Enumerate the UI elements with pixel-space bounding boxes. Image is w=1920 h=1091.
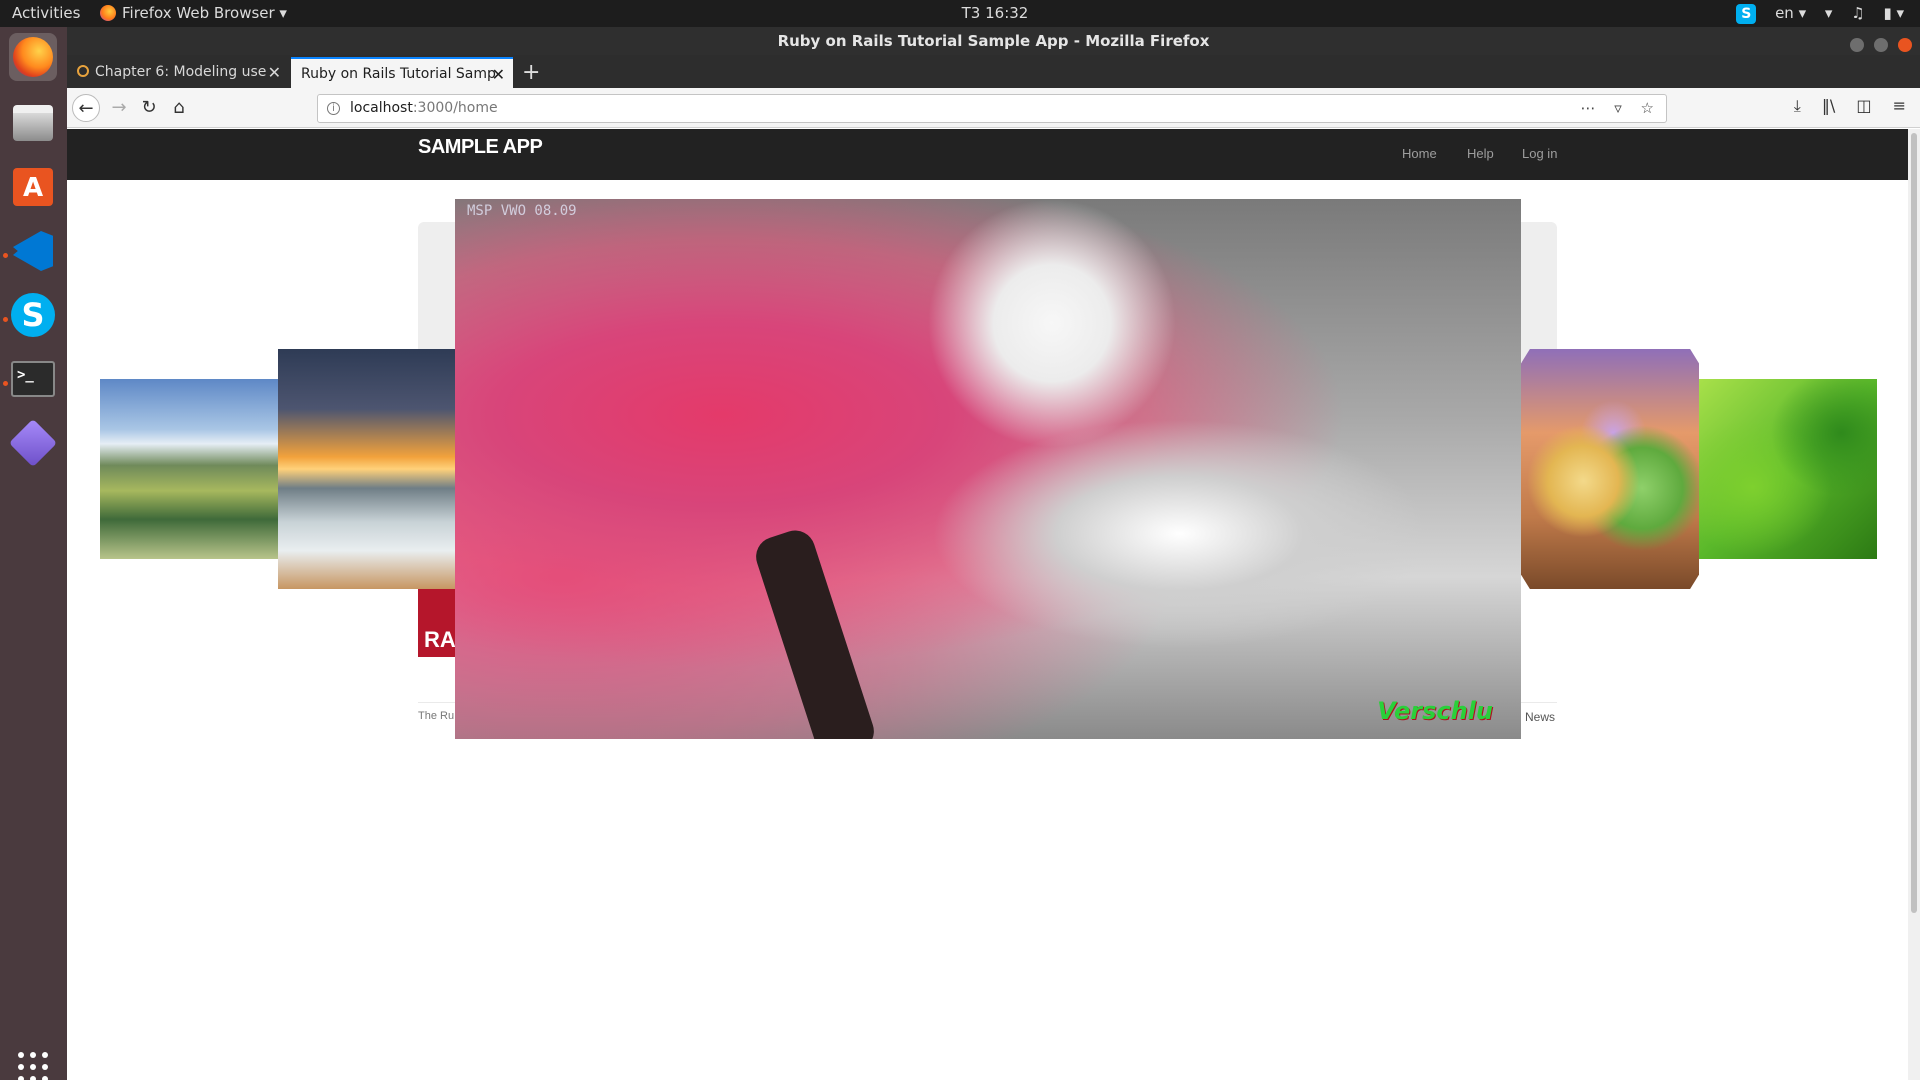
site-logo[interactable]: SAMPLE APP bbox=[418, 136, 543, 159]
tab-label: Chapter 6: Modeling use bbox=[95, 64, 267, 80]
back-button[interactable]: ← bbox=[72, 94, 100, 122]
system-tray[interactable]: S en ▾ ▾ ♫ ▮ ▾ bbox=[1722, 0, 1904, 27]
carousel-slide-chicks[interactable] bbox=[1521, 349, 1699, 589]
reload-button[interactable]: ↻ bbox=[135, 94, 163, 122]
window-titlebar: Ruby on Rails Tutorial Sample App - Mozi… bbox=[67, 27, 1920, 55]
files-icon bbox=[13, 105, 53, 141]
gem-icon bbox=[8, 418, 58, 468]
bookmark-star-icon[interactable]: ☆ bbox=[1641, 99, 1654, 117]
footer-news-link[interactable]: News bbox=[1525, 710, 1555, 724]
close-tab-icon[interactable]: ✕ bbox=[492, 59, 505, 88]
forward-button[interactable]: → bbox=[105, 94, 133, 122]
nav-help-link[interactable]: Help bbox=[1467, 146, 1494, 161]
dock-gem-app[interactable] bbox=[8, 418, 58, 468]
show-applications-button[interactable] bbox=[9, 1043, 57, 1091]
firefox-icon bbox=[13, 37, 53, 77]
firefox-small-icon bbox=[100, 5, 116, 21]
sidebar-icon[interactable]: ◫ bbox=[1856, 96, 1871, 115]
new-tab-button[interactable]: + bbox=[522, 57, 540, 88]
navigation-toolbar: ← → ↻ ⌂ i localhost:3000/home ⋯ ▿ ☆ ⤓ ‖\… bbox=[67, 88, 1920, 128]
dock-skype[interactable]: S bbox=[9, 291, 57, 339]
volume-icon[interactable]: ♫ bbox=[1851, 0, 1864, 27]
toolbar-right: ⤓ ‖\ ◫ ≡ bbox=[1778, 96, 1906, 116]
image-stamp: MSP VWO 08.09 bbox=[467, 203, 577, 219]
clock[interactable]: T3 16:32 bbox=[930, 0, 1060, 27]
url-host: localhost bbox=[350, 100, 413, 116]
window-title: Ruby on Rails Tutorial Sample App - Mozi… bbox=[777, 32, 1210, 50]
system-top-bar: Activities Firefox Web Browser ▾ T3 16:3… bbox=[0, 0, 1920, 27]
page-actions-icon[interactable]: ⋯ bbox=[1580, 99, 1595, 117]
menu-icon[interactable]: ≡ bbox=[1893, 96, 1906, 115]
page-scrollbar[interactable] bbox=[1908, 129, 1920, 1080]
running-indicator bbox=[3, 381, 8, 386]
dock: A S >_ bbox=[0, 27, 67, 1082]
nav-login-link[interactable]: Log in bbox=[1522, 146, 1557, 161]
vscode-icon bbox=[13, 231, 53, 271]
dock-firefox[interactable] bbox=[9, 33, 57, 81]
nav-home-link[interactable]: Home bbox=[1402, 146, 1437, 161]
footer-text: The Ru bbox=[418, 710, 455, 722]
activities-button[interactable]: Activities bbox=[12, 0, 80, 27]
info-icon[interactable]: i bbox=[327, 102, 340, 115]
dock-terminal[interactable]: >_ bbox=[9, 355, 57, 403]
language-indicator[interactable]: en ▾ bbox=[1775, 0, 1806, 27]
library-icon[interactable]: ‖\ bbox=[1822, 96, 1835, 115]
app-menu[interactable]: Firefox Web Browser ▾ bbox=[100, 0, 287, 27]
maximize-button[interactable] bbox=[1873, 38, 1888, 52]
wifi-icon[interactable]: ▾ bbox=[1825, 0, 1833, 27]
running-indicator bbox=[3, 317, 8, 322]
site-header: SAMPLE APP Home Help Log in bbox=[67, 129, 1908, 180]
carousel-slide-mountain[interactable] bbox=[100, 379, 278, 559]
url-actions: ⋯ ▿ ☆ bbox=[1566, 95, 1654, 122]
tab-label: Ruby on Rails Tutorial Samp bbox=[301, 66, 496, 82]
carousel-slide-leaves[interactable] bbox=[1699, 379, 1877, 559]
running-indicator bbox=[3, 253, 8, 258]
download-icon[interactable]: ⤓ bbox=[1794, 96, 1801, 115]
tab-sample-app[interactable]: Ruby on Rails Tutorial Samp ✕ bbox=[291, 57, 513, 88]
carousel-slide-cherry-blossom[interactable]: MSP VWO 08.09 Verschlu bbox=[455, 199, 1521, 739]
url-bar[interactable]: i localhost:3000/home ⋯ ▿ ☆ bbox=[317, 94, 1667, 123]
apps-grid-icon bbox=[18, 1052, 48, 1082]
page-viewport: SAMPLE APP Home Help Log in RA The Ru Ne… bbox=[67, 129, 1908, 1080]
app-menu-label: Firefox Web Browser ▾ bbox=[122, 4, 287, 22]
tree-branch bbox=[750, 525, 880, 739]
minimize-button[interactable] bbox=[1849, 38, 1864, 52]
tab-strip: Chapter 6: Modeling use ✕ Ruby on Rails … bbox=[67, 55, 1920, 88]
url-path: :3000/home bbox=[412, 100, 498, 116]
home-button[interactable]: ⌂ bbox=[165, 94, 193, 122]
dock-vscode[interactable] bbox=[9, 227, 57, 275]
terminal-icon: >_ bbox=[11, 361, 55, 397]
skype-tray-icon[interactable]: S bbox=[1736, 4, 1757, 24]
image-watermark: Verschlu bbox=[1377, 697, 1493, 725]
pocket-icon[interactable]: ▿ bbox=[1614, 99, 1622, 117]
software-store-icon: A bbox=[13, 168, 53, 206]
dock-software[interactable]: A bbox=[9, 163, 57, 211]
scrollbar-thumb[interactable] bbox=[1911, 133, 1917, 913]
carousel-slide-sea[interactable] bbox=[278, 349, 456, 589]
close-window-button[interactable] bbox=[1898, 38, 1912, 52]
close-tab-icon[interactable]: ✕ bbox=[268, 57, 281, 88]
rails-logo[interactable]: RA bbox=[418, 589, 458, 657]
skype-icon: S bbox=[11, 293, 55, 337]
loading-icon bbox=[77, 65, 89, 77]
dock-files[interactable] bbox=[9, 99, 57, 147]
tab-chapter-6[interactable]: Chapter 6: Modeling use ✕ bbox=[67, 57, 289, 88]
battery-icon[interactable]: ▮ ▾ bbox=[1883, 0, 1904, 27]
